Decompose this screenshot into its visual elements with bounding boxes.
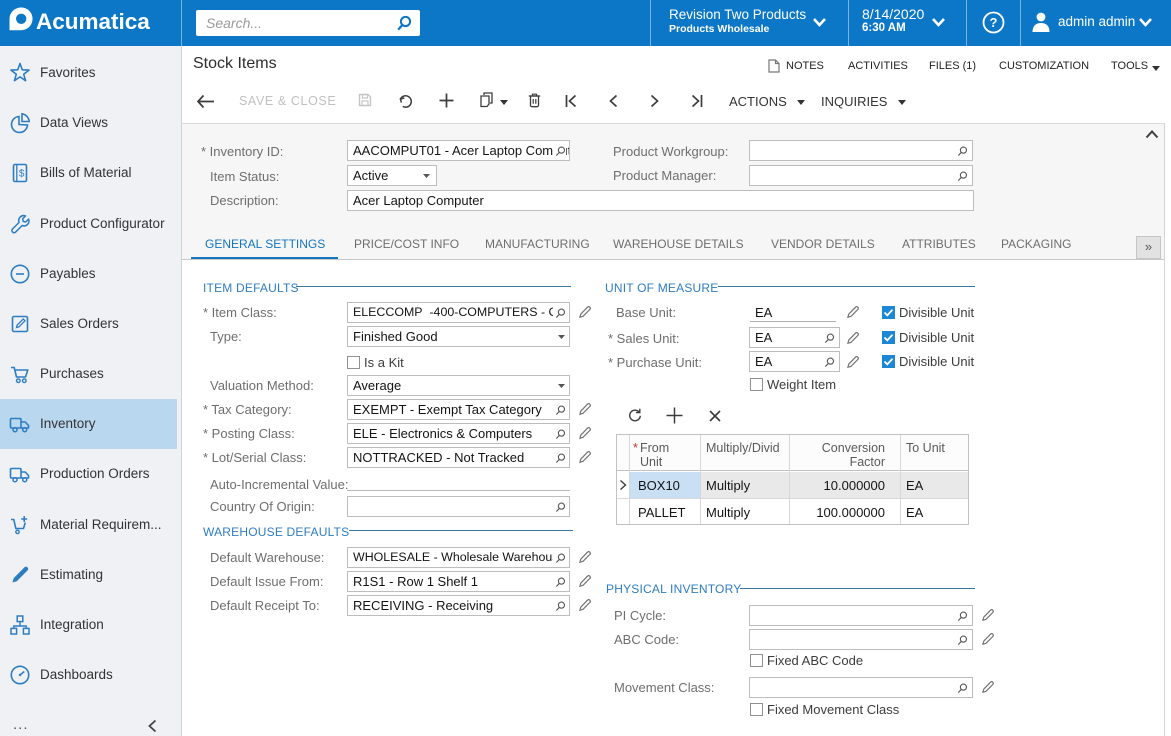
svg-text:$: $ (19, 169, 25, 180)
svg-text:?: ? (990, 15, 998, 30)
